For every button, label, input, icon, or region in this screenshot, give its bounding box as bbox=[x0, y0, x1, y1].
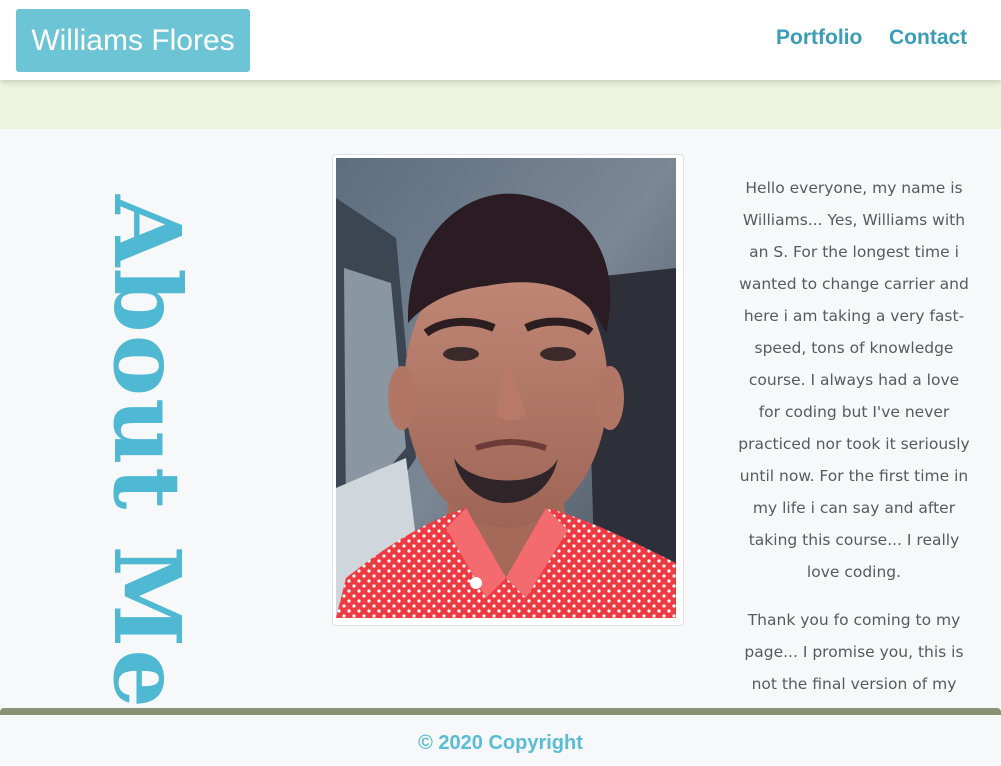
about-title: About Me bbox=[93, 195, 201, 708]
bio-text: Hello everyone, my name is Williams... Y… bbox=[737, 172, 971, 708]
footer: © 2020 Copyright bbox=[0, 715, 1001, 766]
copyright-text: © 2020 Copyright bbox=[418, 732, 583, 754]
header-band bbox=[0, 80, 1001, 129]
nav-link-portfolio[interactable]: Portfolio bbox=[776, 26, 862, 50]
profile-photo-frame bbox=[332, 154, 684, 626]
brand-logo-link[interactable]: Williams Flores bbox=[16, 9, 250, 72]
nav-link-contact[interactable]: Contact bbox=[889, 26, 967, 50]
footer-divider bbox=[0, 708, 1001, 715]
bio-paragraph: Hello everyone, my name is Williams... Y… bbox=[738, 179, 970, 581]
about-section: About Me Hello everyone, my name is Will… bbox=[0, 129, 1001, 708]
navbar: Williams Flores Portfolio Contact bbox=[0, 0, 1001, 80]
bio-paragraph: Thank you fo coming to my page... I prom… bbox=[744, 611, 964, 693]
profile-photo bbox=[336, 158, 676, 618]
